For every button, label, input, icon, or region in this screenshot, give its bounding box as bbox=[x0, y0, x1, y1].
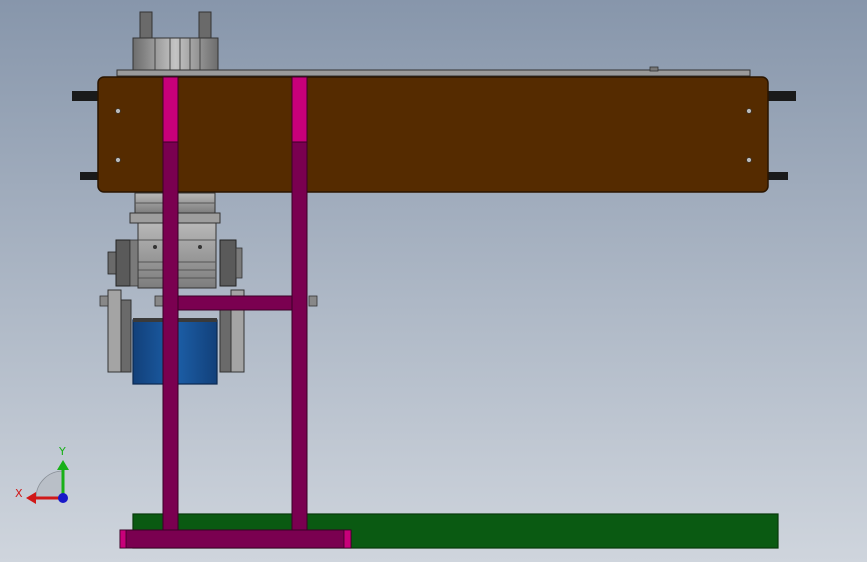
z-axis-dot bbox=[58, 493, 68, 503]
y-axis-label: Y bbox=[58, 445, 66, 458]
orientation-triad[interactable]: Y X bbox=[15, 445, 69, 504]
assembly-drawing[interactable]: Y X bbox=[0, 0, 867, 562]
top-cylinder bbox=[132, 11, 219, 72]
cad-viewport[interactable]: Y X bbox=[0, 0, 867, 562]
conveyor-body[interactable] bbox=[97, 76, 769, 193]
x-axis-label: X bbox=[15, 487, 23, 500]
